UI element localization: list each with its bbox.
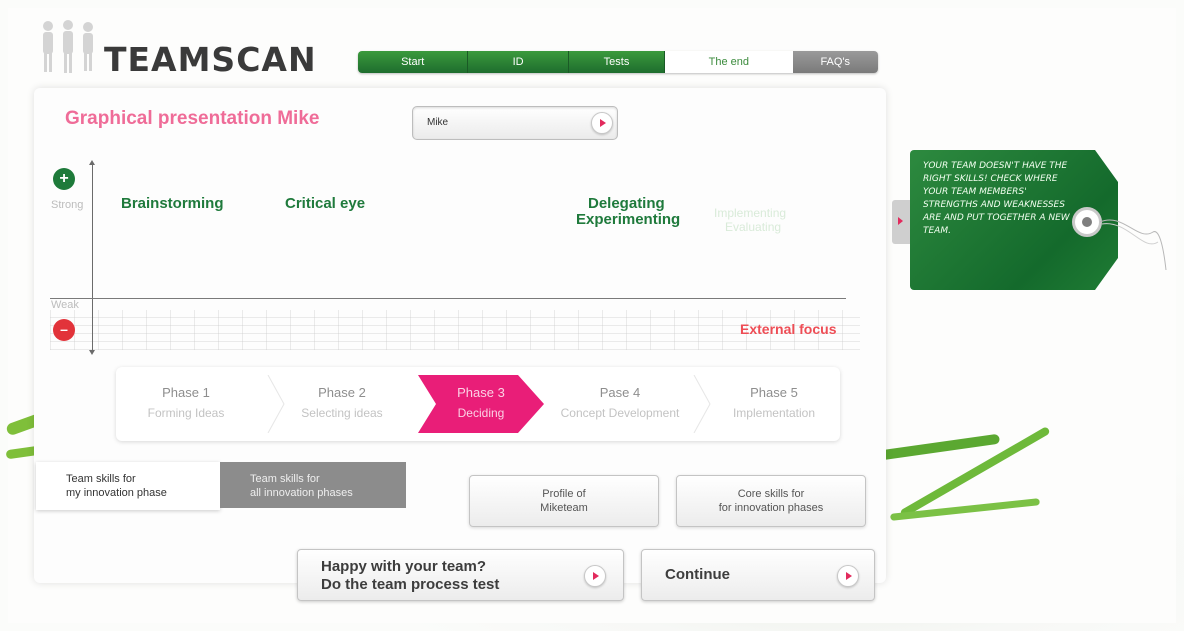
arrow-right-icon <box>837 565 859 587</box>
core-skills-button[interactable]: Core skills for for innovation phases <box>676 475 866 527</box>
warning-tag-text: Your team doesn't have the right skills!… <box>923 161 1070 236</box>
y-axis-arrow-up <box>89 160 95 165</box>
phase-subtitle: Implementation <box>732 406 816 420</box>
phase-subtitle: Deciding <box>457 406 505 420</box>
skill-brainstorming: Brainstorming <box>121 195 224 212</box>
team-process-test-label: Happy with your team? Do the team proces… <box>321 558 500 593</box>
phase-5[interactable]: Phase 5 Implementation <box>712 375 836 433</box>
team-process-test-button[interactable]: Happy with your team? Do the team proces… <box>297 549 624 601</box>
continue-button[interactable]: Continue <box>641 549 875 601</box>
zoom-in-plus-icon[interactable]: + <box>53 168 75 190</box>
nav-id[interactable]: ID <box>468 51 569 73</box>
phase-subtitle: Selecting ideas <box>301 406 383 420</box>
external-focus-label: External focus <box>740 321 837 337</box>
phase-title: Pase 4 <box>599 385 641 400</box>
phase-subtitle: Forming Ideas <box>147 406 225 420</box>
tab-all-innovation-phases[interactable]: Team skills for all innovation phases <box>220 462 406 508</box>
tag-string-icon <box>1099 219 1167 271</box>
phase-title: Phase 1 <box>162 385 210 400</box>
skill-delegating: Delegating <box>588 195 665 212</box>
team-figures-icon <box>43 20 93 73</box>
phase-3-active[interactable]: Phase 3 Deciding <box>418 375 544 433</box>
zoom-out-minus-icon[interactable]: – <box>53 319 75 341</box>
top-nav: Start ID Tests The end FAQ's <box>358 51 878 73</box>
y-axis <box>92 162 93 352</box>
nav-faq[interactable]: FAQ's <box>792 51 878 73</box>
weak-label: Weak <box>51 299 79 311</box>
tag-toggle-arrow-icon[interactable] <box>892 200 910 244</box>
member-select-value: Mike <box>427 117 449 128</box>
tab-my-innovation-phase[interactable]: Team skills for my innovation phase <box>36 462 220 510</box>
member-select-arrow-icon[interactable] <box>591 112 613 134</box>
member-select[interactable]: Mike <box>412 106 618 140</box>
y-axis-arrow-down <box>89 350 95 355</box>
ghost-skill-implementing: Implementing <box>714 206 787 220</box>
phase-title: Phase 5 <box>750 385 798 400</box>
continue-label: Continue <box>665 566 730 583</box>
phase-title: Phase 2 <box>318 385 366 400</box>
phase-title: Phase 3 <box>457 385 505 400</box>
chart-grid <box>50 310 860 350</box>
weak-line <box>50 298 846 299</box>
core-skills-button-label: Core skills for for innovation phases <box>718 488 824 514</box>
tab-label: Team skills for my innovation phase <box>66 473 167 499</box>
phase-1[interactable]: Phase 1 Forming Ideas <box>124 375 248 433</box>
skill-critical-eye: Critical eye <box>285 195 366 212</box>
nav-the-end[interactable]: The end <box>665 51 793 73</box>
app-logo: TEAMSCAN <box>104 40 317 79</box>
nav-start[interactable]: Start <box>358 51 469 73</box>
page-title: Graphical presentation Mike <box>65 108 320 129</box>
phase-subtitle: Concept Development <box>560 406 680 420</box>
arrow-right-icon <box>584 565 606 587</box>
phase-4[interactable]: Pase 4 Concept Development <box>544 375 696 433</box>
ghost-skill-evaluating: Evaluating <box>725 220 782 234</box>
nav-tests[interactable]: Tests <box>568 51 666 73</box>
strong-label: Strong <box>51 199 84 211</box>
profile-button-label: Profile of Miketeam <box>540 488 588 514</box>
phase-2[interactable]: Phase 2 Selecting ideas <box>280 375 404 433</box>
profile-button[interactable]: Profile of Miketeam <box>469 475 659 527</box>
tab-label: Team skills for all innovation phases <box>250 473 353 499</box>
skill-experimenting: Experimenting <box>576 211 681 228</box>
